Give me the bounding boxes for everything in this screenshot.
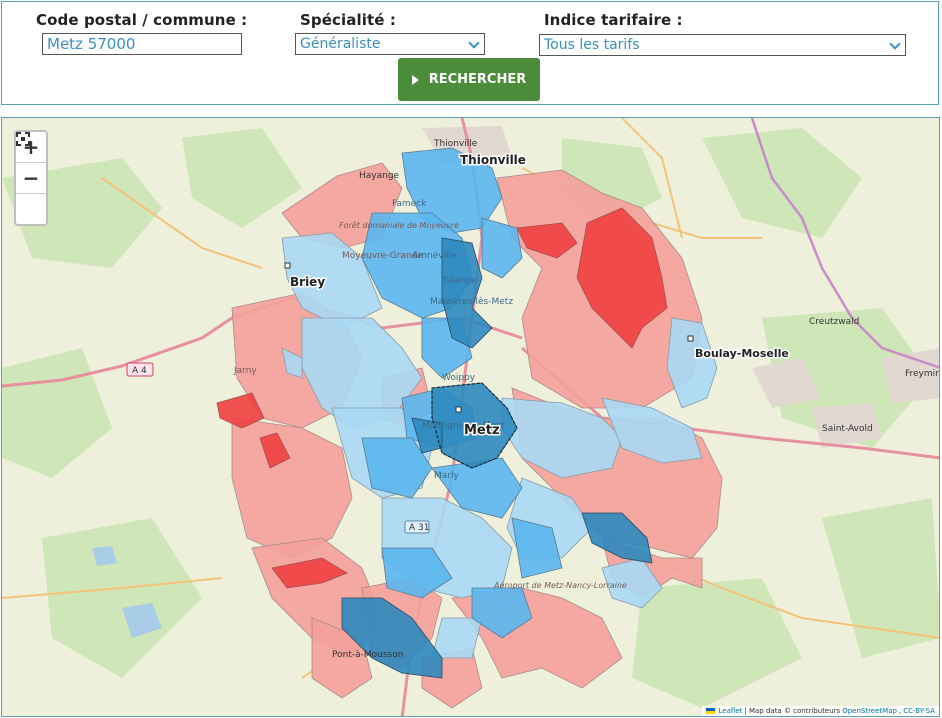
briey-marker <box>284 262 291 269</box>
search-form: Code postal / commune : Spécialité : Gén… <box>1 1 939 105</box>
chevron-down-icon <box>468 37 480 49</box>
place-marly: Marly <box>434 471 459 481</box>
place-woippy: Woippy <box>442 373 476 383</box>
place-pont: Pont-à-Mousson <box>332 650 403 660</box>
place-freyming: Freyming-Merlebach <box>905 369 940 379</box>
city-metz: Metz <box>464 423 500 438</box>
attribution-sep: , <box>898 707 902 715</box>
place-saint-avold: Saint-Avold <box>822 424 873 434</box>
play-icon <box>411 74 419 85</box>
boulay-marker <box>687 335 694 342</box>
postal-code-label: Code postal / commune : <box>36 11 248 29</box>
zoom-control: + − <box>14 130 48 226</box>
ukraine-flag-icon <box>705 708 715 714</box>
metz-marker <box>455 406 462 413</box>
fullscreen-button[interactable] <box>16 132 46 224</box>
map-canvas[interactable]: Thionville Hayange Fameck Forêt domanial… <box>2 118 940 717</box>
tariff-label: Indice tarifaire : <box>544 11 683 29</box>
place-fameck: Fameck <box>392 199 427 209</box>
place-maizieres: Maizières-lès-Metz <box>430 296 513 307</box>
map-container[interactable]: Thionville Hayange Fameck Forêt domanial… <box>1 117 940 717</box>
specialty-value: Généraliste <box>300 36 381 52</box>
place-creutzwald: Creutzwald <box>809 317 859 327</box>
tariff-value: Tous les tarifs <box>544 37 640 53</box>
specialty-select[interactable]: Généraliste <box>295 33 485 55</box>
place-hayange: Hayange <box>359 171 400 181</box>
license-link[interactable]: CC-BY-SA <box>903 707 935 715</box>
place-talange: Talange <box>441 276 477 286</box>
city-boulay: Boulay-Moselle <box>695 347 789 360</box>
zoom-out-button[interactable]: − <box>16 163 46 194</box>
place-aeroport: Aéroport de Metz-Nancy-Lorraine <box>493 580 627 590</box>
search-button-label: RECHERCHER <box>428 72 527 87</box>
place-foret: Forêt domaniale de Moyeuvre <box>339 220 459 230</box>
place-amneville: Amnéville <box>412 250 457 261</box>
attribution-text: | Map data © contributeurs <box>744 707 841 715</box>
tariff-select[interactable]: Tous les tarifs <box>539 34 906 56</box>
city-thionville: Thionville <box>460 153 526 167</box>
city-briey: Briey <box>290 275 325 289</box>
search-button[interactable]: RECHERCHER <box>398 58 540 101</box>
badge-a31: A 31 <box>409 523 429 533</box>
place-thionville-small: Thionville <box>433 139 478 149</box>
map-attribution: Leaflet | Map data © contributeurs OpenS… <box>701 706 939 716</box>
osm-link[interactable]: OpenStreetMap <box>842 707 897 715</box>
postal-code-input[interactable] <box>42 33 242 55</box>
chevron-down-icon <box>889 38 901 50</box>
place-jarny: Jarny <box>233 366 257 376</box>
leaflet-link[interactable]: Leaflet <box>719 707 743 715</box>
fullscreen-icon <box>16 132 30 146</box>
specialty-label: Spécialité : <box>300 11 396 29</box>
badge-a4: A 4 <box>132 366 147 376</box>
